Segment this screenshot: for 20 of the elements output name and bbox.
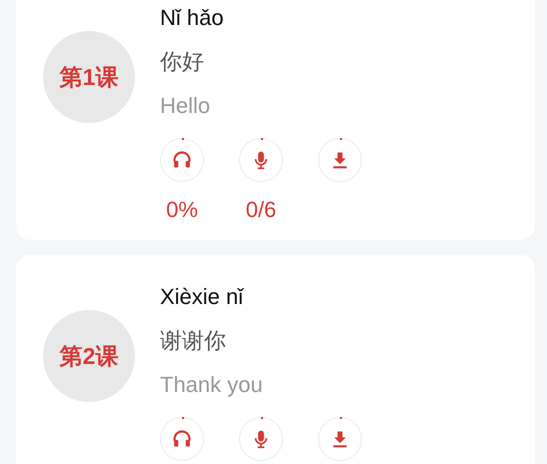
lesson-card[interactable]: 第2课 Xièxie nǐ 谢谢你 Thank you xyxy=(16,255,535,464)
pinyin-text: Nǐ hǎo xyxy=(160,4,225,32)
headphones-icon xyxy=(172,150,192,170)
lesson-card[interactable]: 第1课 Nǐ hǎo 你好 Hello 0% 0/6 xyxy=(16,0,535,240)
progress-percent: 0% xyxy=(166,196,198,224)
speak-button[interactable] xyxy=(239,417,283,461)
score-count: 0/6 xyxy=(246,196,276,224)
speak-button[interactable] xyxy=(239,138,283,182)
lesson-badge: 第2课 xyxy=(43,310,135,402)
download-button[interactable] xyxy=(318,417,362,461)
translation-text: Hello xyxy=(160,92,212,120)
lesson-badge: 第1课 xyxy=(43,31,135,123)
translation-text: Thank you xyxy=(160,371,264,399)
listen-button[interactable] xyxy=(160,138,204,182)
pinyin-text: Xièxie nǐ xyxy=(160,283,245,311)
chinese-text: 谢谢你 xyxy=(160,327,227,355)
listen-button[interactable] xyxy=(160,417,204,461)
headphones-icon xyxy=(172,429,192,449)
download-button[interactable] xyxy=(318,138,362,182)
chinese-text: 你好 xyxy=(160,48,205,76)
